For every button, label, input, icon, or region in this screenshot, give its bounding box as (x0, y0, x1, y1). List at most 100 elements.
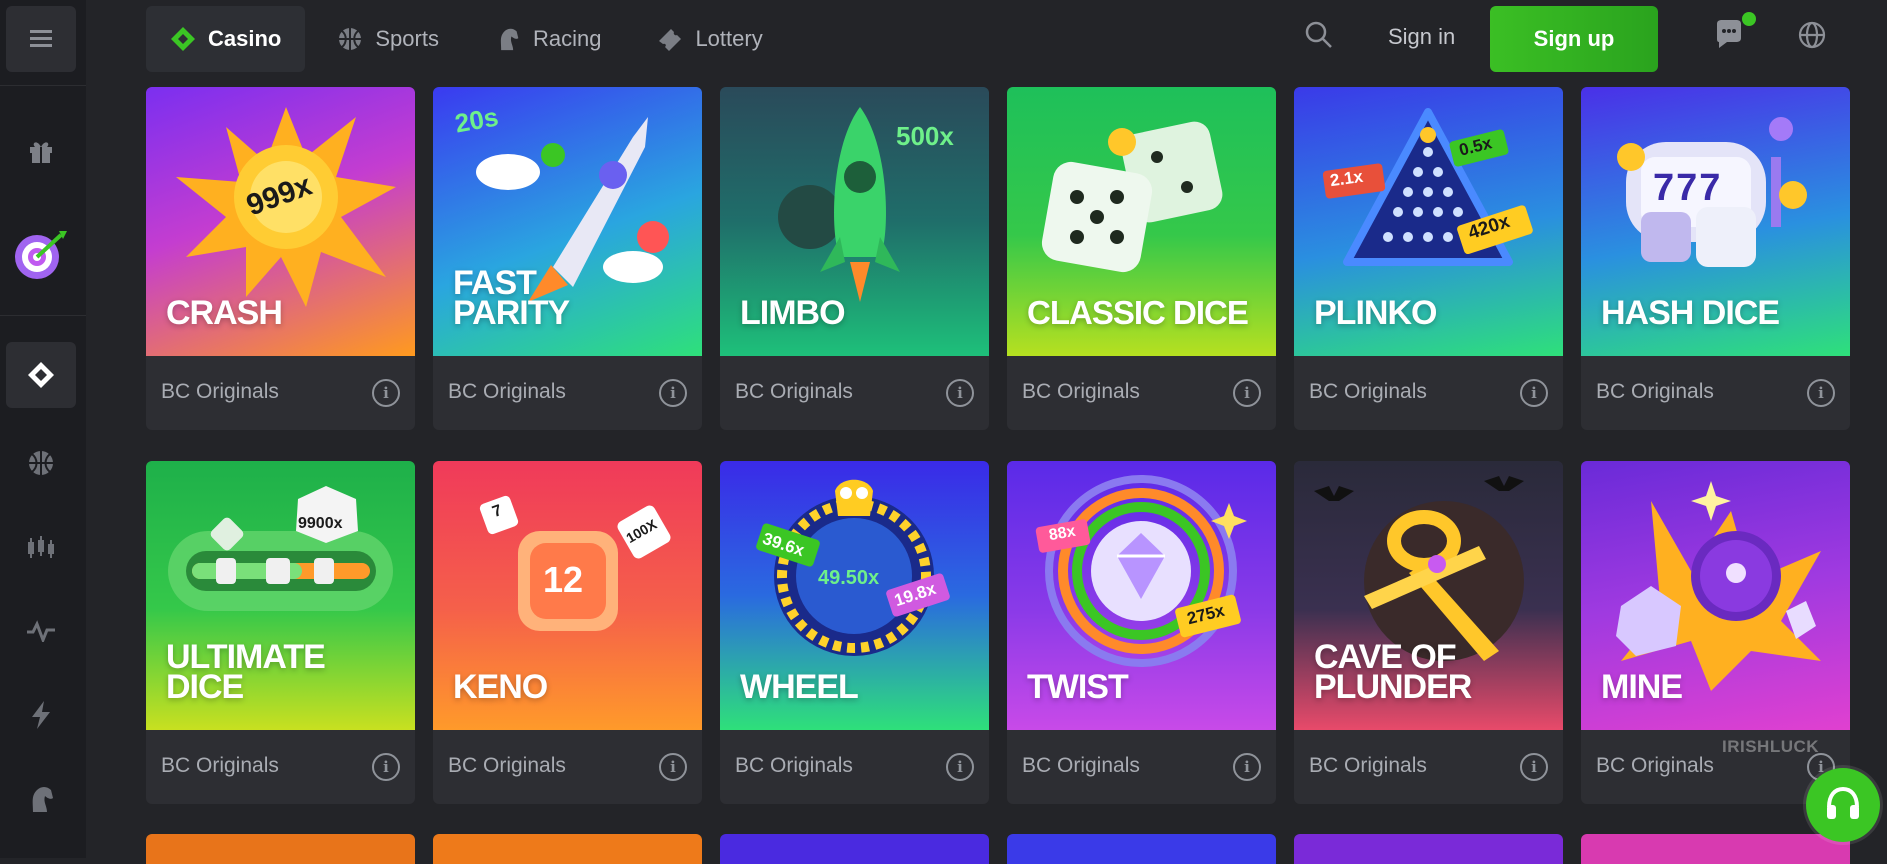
tab-label: Racing (532, 26, 602, 51)
game-thumbnail: 88x 275x TWIST (1007, 461, 1276, 730)
sidebar-item-racing[interactable] (6, 766, 76, 832)
art-number: 12 (543, 559, 584, 600)
game-title: WHEEL (740, 668, 859, 706)
tab-casino[interactable]: Casino (146, 6, 306, 72)
sidebar-item-casino[interactable] (6, 342, 76, 408)
ticket-icon (657, 26, 683, 52)
game-title: TWIST (1027, 668, 1129, 706)
game-title: FAST PARITY (453, 264, 570, 332)
search-icon (1305, 21, 1332, 48)
art-multiplier: 500x (896, 121, 954, 151)
sidebar-item-live[interactable] (6, 598, 76, 664)
globe-icon (1798, 21, 1826, 49)
tab-label: Lottery (695, 26, 763, 51)
top-bar: Casino Sports Racing Lottery Sign in Sig… (86, 0, 1887, 78)
game-card-classic-dice[interactable]: CLASSIC DICE BC Originals i (1007, 87, 1276, 430)
game-title: ULTIMATE DICE (166, 638, 326, 706)
info-icon[interactable]: i (1520, 379, 1548, 407)
activity-icon (27, 620, 55, 642)
info-icon[interactable]: i (1233, 753, 1261, 781)
target-promo-icon (15, 231, 67, 279)
game-thumbnail: 9900x ULTIMATE DICE (146, 461, 415, 730)
sidebar-item-promotions[interactable] (6, 118, 76, 184)
sidebar-item-target-promo[interactable] (2, 218, 76, 292)
game-card-wheel[interactable]: 49.50x 39.6x 19.8x WHEEL BC Originals i (720, 461, 989, 804)
game-provider: BC Originals (161, 380, 279, 403)
game-card-keno[interactable]: 12 7 100X KENO BC Originals i (433, 461, 702, 804)
game-title: CLASSIC DICE (1027, 294, 1249, 331)
game-card-partial[interactable] (146, 834, 415, 864)
info-icon[interactable]: i (659, 753, 687, 781)
game-thumbnail: 49.50x 39.6x 19.8x WHEEL (720, 461, 989, 730)
info-icon[interactable]: i (946, 753, 974, 781)
game-card-partial[interactable] (1581, 834, 1850, 864)
info-icon[interactable]: i (1233, 379, 1261, 407)
info-icon[interactable]: i (1807, 379, 1835, 407)
horse-head-icon (495, 26, 521, 52)
game-provider: BC Originals (1309, 380, 1427, 403)
sign-in-link[interactable]: Sign in (1388, 24, 1455, 50)
info-icon[interactable]: i (372, 379, 400, 407)
info-icon[interactable]: i (659, 379, 687, 407)
game-thumbnail: CAVE OF PLUNDER (1294, 461, 1563, 730)
casino-chip-icon (28, 362, 54, 388)
game-title: CAVE OF PLUNDER (1314, 638, 1472, 706)
game-thumbnail: 999x CRASH (146, 87, 415, 356)
chat-icon (1717, 20, 1741, 48)
game-card-plinko[interactable]: 2.1x 0.5x 420x PLINKO BC Originals i (1294, 87, 1563, 430)
game-provider: BC Originals (448, 754, 566, 777)
game-provider: BC Originals (1596, 754, 1714, 777)
game-card-fast-parity[interactable]: 20s FAST PARITY BC Originals i (433, 87, 702, 430)
game-thumbnail: 777 HASH DICE (1581, 87, 1850, 356)
casino-diamond-icon (170, 26, 196, 52)
sidebar-item-sports[interactable] (6, 430, 76, 496)
game-title: CRASH (166, 294, 283, 332)
game-thumbnail: CLASSIC DICE (1007, 87, 1276, 356)
info-icon[interactable]: i (372, 753, 400, 781)
tab-label: Sports (375, 26, 439, 51)
game-card-limbo[interactable]: 500x LIMBO BC Originals i (720, 87, 989, 430)
basketball-icon (29, 451, 53, 475)
language-button[interactable] (1797, 20, 1835, 58)
game-provider: BC Originals (161, 754, 279, 777)
game-card-partial[interactable] (1294, 834, 1563, 864)
sign-up-button[interactable]: Sign up (1490, 6, 1658, 72)
info-icon[interactable]: i (946, 379, 974, 407)
tab-racing[interactable]: Racing (471, 6, 625, 72)
game-card-partial[interactable] (1007, 834, 1276, 864)
game-thumbnail: 20s FAST PARITY (433, 87, 702, 356)
headset-icon (1827, 786, 1859, 819)
candlestick-icon (28, 536, 54, 558)
art-multiplier: 49.50x (818, 567, 880, 589)
menu-button[interactable] (6, 6, 76, 72)
tab-label: Casino (208, 26, 282, 51)
watermark: IRISHLUCK (1722, 737, 1820, 756)
info-icon[interactable]: i (1520, 753, 1548, 781)
sidebar-item-trading[interactable] (6, 514, 76, 580)
game-card-hash-dice[interactable]: 777 HASH DICE BC Originals i (1581, 87, 1850, 430)
game-thumbnail: 500x LIMBO (720, 87, 989, 356)
left-sidebar (0, 0, 86, 858)
game-title: LIMBO (740, 294, 846, 332)
search-button[interactable] (1304, 20, 1342, 58)
game-provider: BC Originals (1596, 380, 1714, 403)
game-card-partial[interactable] (433, 834, 702, 864)
game-card-cave-of-plunder[interactable]: CAVE OF PLUNDER BC Originals i (1294, 461, 1563, 804)
game-title: KENO (453, 668, 548, 706)
art-multiplier: 9900x (298, 515, 343, 532)
live-support-button[interactable] (1806, 768, 1880, 842)
game-card-crash[interactable]: 999x CRASH BC Originals i (146, 87, 415, 430)
sports-ball-icon (337, 26, 363, 52)
game-card-ultimate-dice[interactable]: 9900x ULTIMATE DICE BC Originals i (146, 461, 415, 804)
tab-sports[interactable]: Sports (313, 6, 463, 72)
tab-lottery[interactable]: Lottery (633, 6, 786, 72)
game-provider: BC Originals (735, 380, 853, 403)
game-provider: BC Originals (735, 754, 853, 777)
game-title: HASH DICE (1601, 294, 1780, 332)
game-provider: BC Originals (1022, 754, 1140, 777)
art-slot-reels: 777 (1653, 167, 1723, 209)
game-card-partial[interactable] (720, 834, 989, 864)
sidebar-item-quick-games[interactable] (6, 682, 76, 748)
sidebar-divider (0, 315, 86, 316)
game-card-twist[interactable]: 88x 275x TWIST BC Originals i (1007, 461, 1276, 804)
